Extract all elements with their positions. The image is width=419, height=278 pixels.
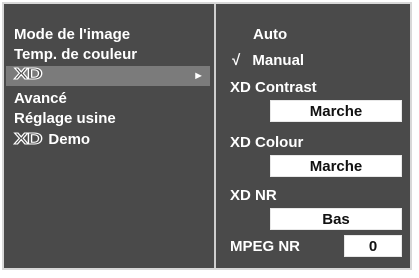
menu-item-label: Temp. de couleur [14, 46, 138, 63]
menu-item-label: Réglage usine [14, 110, 116, 127]
menu-item-advanced[interactable]: Avancé [14, 90, 67, 110]
osd-menu: Mode de l'image Temp. de couleur XD ► Av… [2, 2, 412, 270]
menu-item-picture-mode[interactable]: Mode de l'image [14, 26, 130, 46]
mpeg-nr-label: MPEG NR [230, 238, 301, 255]
xd-contrast-label: XD Contrast [230, 79, 317, 96]
xd-logo: XD [13, 66, 43, 84]
menu-item-label: Mode de l'image [14, 26, 131, 43]
xd-nr-value[interactable]: Bas [270, 208, 402, 230]
menu-item-label: Demo [48, 131, 91, 148]
checkmark-icon: √ [232, 52, 241, 69]
xd-logo: XD [13, 131, 43, 149]
main-menu-panel: Mode de l'image Temp. de couleur XD ► Av… [4, 4, 216, 268]
xd-contrast-value[interactable]: Marche [270, 100, 402, 122]
mpeg-nr-value[interactable]: 0 [344, 235, 402, 257]
xd-colour-label: XD Colour [230, 134, 304, 151]
option-manual[interactable]: √ Manual [232, 52, 304, 70]
option-label: Auto [253, 26, 288, 43]
option-auto[interactable]: Auto [253, 26, 287, 44]
xd-submenu-panel: Auto √ Manual XD Contrast Marche XD Colo… [216, 4, 410, 268]
xd-colour-value[interactable]: Marche [270, 155, 402, 177]
menu-item-label: Avancé [14, 90, 67, 107]
menu-item-color-temperature[interactable]: Temp. de couleur [14, 46, 137, 66]
menu-item-factory-reset[interactable]: Réglage usine [14, 110, 116, 130]
menu-item-xd-demo[interactable]: XD Demo [13, 131, 91, 151]
submenu-arrow-icon: ► [193, 70, 204, 82]
xd-nr-label: XD NR [230, 187, 277, 204]
option-label: Manual [252, 52, 305, 69]
menu-item-xd[interactable]: XD ► [6, 66, 210, 86]
